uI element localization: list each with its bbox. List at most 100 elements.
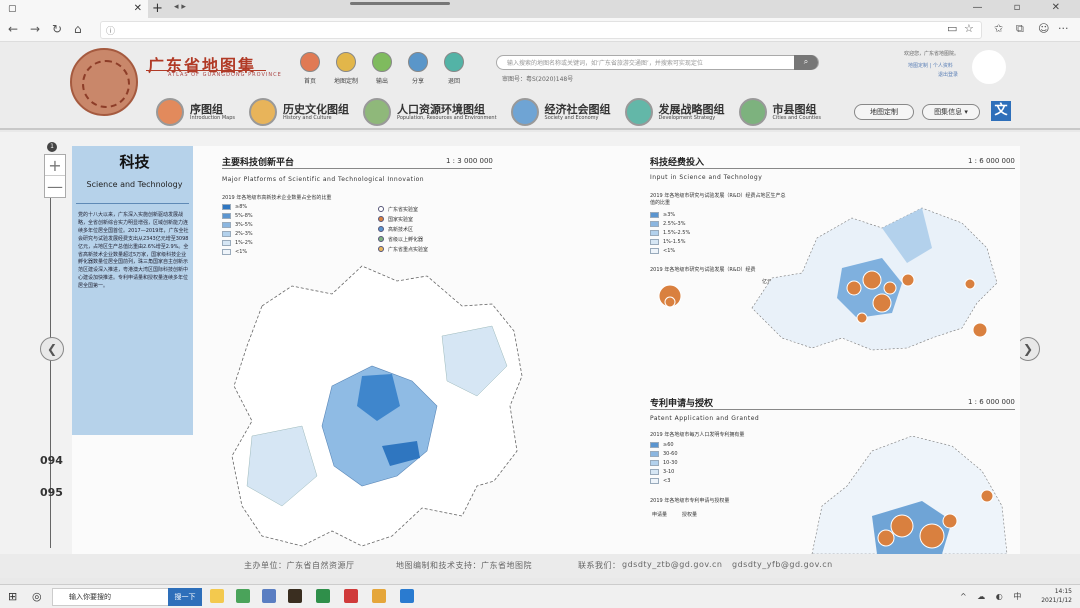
search-button[interactable]: ⌕ [794,55,818,70]
output-icon [372,52,392,72]
zoom-out-button[interactable]: — [45,176,65,197]
atlas-info-label: 图集信息 ▾ [934,108,968,116]
favorite-star-icon[interactable]: ☆ [964,22,974,35]
marker-symbol [378,206,384,212]
task-view-icon[interactable]: ◎ [32,590,42,603]
tab-scroll-icon[interactable]: ◂ ▸ [174,2,186,12]
map-search-input[interactable]: 输入搜索的地图名称或关键词，如‘广东省旅游交通图’，并搜索可实现定位 ⌕ [496,55,819,70]
home-icon[interactable]: ⌂ [74,22,82,36]
footer-tech-support: 地图编制和技术支持：广东省地图院 [396,561,532,570]
category-tab[interactable]: 发展战略图组 Development Strategy [624,98,725,126]
illustrator-icon[interactable] [288,589,302,603]
nav-share[interactable]: 分享 [404,52,432,85]
browser-tab[interactable]: ▢ ✕ [0,0,148,18]
file-explorer-icon[interactable] [210,589,224,603]
rd-bubble-huizhou [901,273,915,287]
nav-output[interactable]: 输出 [368,52,396,85]
category-tab[interactable]: 经济社会图组 Society and Economy [510,98,611,126]
language-toggle-button[interactable]: 文 [991,101,1011,121]
drag-handle[interactable] [350,2,450,5]
marker-symbol [378,236,384,242]
funding-title: 科技经费投入 [650,158,705,168]
windows-start-icon[interactable]: ⊞ [8,590,17,603]
app-icon[interactable] [236,589,250,603]
reading-icon[interactable]: ▭ [947,22,957,35]
page-number-left[interactable]: 094 [40,454,63,467]
patent-title: 专利申请与授权 [650,399,714,409]
funding-bubble-legend [658,284,682,308]
chevron-left-icon: ❮ [46,342,58,356]
system-tray-icons[interactable]: ^ ☁ ◐ 中 [960,591,1025,602]
category-icon [249,98,278,126]
back-icon [444,52,464,72]
category-tab[interactable]: 市县图组 Cities and Counties [738,98,821,126]
taskbar-search-placeholder: 输入你要搜的 [69,593,111,601]
back-icon[interactable]: ← [8,22,18,36]
rd-bubble-zhanjiang [972,322,988,338]
zoom-in-button[interactable]: + [45,155,65,176]
custom-map-button[interactable]: 地图定制 [854,104,914,120]
category-tab[interactable]: 序图组 Introduction Maps [156,98,235,126]
divider [76,203,189,204]
zoom-control: + — [44,154,66,198]
site-header: 广东省地图集 ATLAS OF GUANGDONG PROVINCE 首页 地图定… [0,42,1080,130]
favorites-icon[interactable]: ✩ [994,22,1003,35]
site-subtitle: ATLAS OF GUANGDONG PROVINCE [168,72,282,78]
legend-swatch [650,460,659,466]
browser-tab-bar: ▢ ✕ + ◂ ▸ — ▫ ✕ [0,0,1080,18]
category-tab[interactable]: 历史文化图组 History and Culture [249,98,349,126]
page-marker: 1 [47,142,57,152]
footer-email-1[interactable]: gdsdty_ztb@gd.gov.cn [622,560,722,569]
atlas-viewer: 1 + — 094 095 ❮ ❯ 科技 Science and Technol… [0,132,1080,554]
legend-label: ≥8% [235,204,248,210]
footer-email-2[interactable]: gdsdty_yfb@gd.gov.cn [732,560,833,569]
share-icon [408,52,428,72]
legend-swatch [650,469,659,475]
nav-home[interactable]: 首页 [296,52,324,85]
nav-back[interactable]: 退回 [440,52,468,85]
new-tab-icon[interactable]: + [152,1,163,16]
marker-symbol [378,226,384,232]
user-link-logout[interactable]: 退出登录 [908,71,958,80]
nav-compass[interactable]: 地图定制 [332,52,360,85]
pdf-icon[interactable] [344,589,358,603]
topic-title-en: Science and Technology [86,180,183,189]
rd-bubble-guangzhou [862,270,882,290]
patent-pie-shenzhen [919,523,945,549]
platforms-map[interactable] [222,246,532,554]
legend-label: 3-10 [663,469,675,475]
ime-indicator[interactable]: 中 [1013,592,1025,601]
patent-map[interactable] [802,426,1014,554]
category-label: 历史文化图组 [283,102,350,116]
app-icon[interactable] [262,589,276,603]
marker-label: 高新技术区 [388,227,414,233]
window-controls[interactable]: — ▫ ✕ [972,2,1074,13]
platforms-legend-title: 2019 年各地级市高新技术企业数量占全省的比重 [222,195,332,201]
nav-label: 分享 [411,78,424,85]
pie-label-granted: 授权量 [682,512,698,518]
more-icon[interactable]: ··· [1058,22,1069,35]
atlas-info-dropdown[interactable]: 图集信息 ▾ [922,104,980,120]
legend-label: ≥60 [663,442,674,448]
app-icon[interactable] [316,589,330,603]
collections-icon[interactable]: ⧉ [1016,22,1024,36]
category-sublabel: Population, Resources and Environment [397,114,497,121]
chevron-right-icon: ❯ [1022,342,1034,356]
category-tab[interactable]: 人口资源环境图组 Population, Resources and Enviro… [363,98,497,126]
avatar[interactable] [972,50,1006,84]
funding-map[interactable] [732,188,1014,358]
user-link-profile[interactable]: 地图定制 | 个人资料 [908,62,958,71]
page-number-right[interactable]: 095 [40,486,63,499]
profile-icon[interactable]: ☺ [1038,22,1049,35]
taskbar-search-button[interactable]: 搜一下 [168,588,202,606]
forward-icon[interactable]: → [30,22,40,36]
chrome-icon[interactable] [372,589,386,603]
clock[interactable]: 14:15 2021/1/12 [1041,587,1072,605]
close-tab-icon[interactable]: ✕ [134,3,142,14]
refresh-icon[interactable]: ↻ [52,22,62,36]
atlas-logo-seal[interactable] [70,48,138,116]
legend-label: <1% [663,248,676,254]
url-input[interactable]: ⓘ [100,21,982,39]
edge-icon[interactable] [400,589,414,603]
prev-page-button[interactable]: ❮ [40,337,64,361]
